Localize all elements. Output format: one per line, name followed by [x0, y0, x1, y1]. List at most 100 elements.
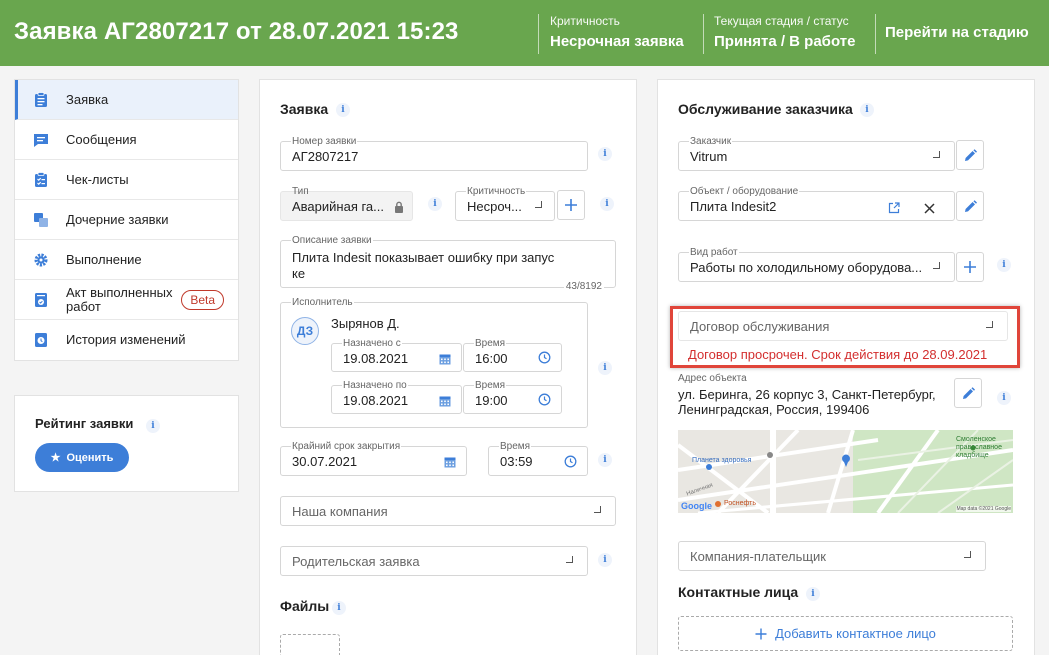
assigned-to-date-field[interactable]: Назначено по 19.08.2021: [331, 380, 462, 414]
edit-customer-button[interactable]: [956, 140, 984, 170]
dropdown-caret-icon: [964, 551, 971, 558]
field-value: Vitrum: [690, 149, 728, 164]
google-logo: Google: [681, 501, 712, 511]
info-icon[interactable]: i: [997, 391, 1011, 405]
work-type-select[interactable]: Вид работ Работы по холодильному оборудо…: [678, 247, 955, 282]
file-upload-area[interactable]: [280, 634, 340, 655]
sidebar-item-label: Акт выполненных работ: [66, 284, 173, 314]
sidebar-item-act[interactable]: Акт выполненных работ Beta: [15, 280, 238, 320]
sidebar-item-messages[interactable]: Сообщения: [15, 120, 238, 160]
star-icon: ★: [50, 452, 61, 464]
deadline-date-field[interactable]: Крайний срок закрытия 30.07.2021: [280, 441, 467, 476]
sidebar-item-label: Чек-листы: [66, 171, 129, 187]
contract-error-highlight: Договор обслуживания Договор просрочен. …: [670, 306, 1020, 368]
info-icon[interactable]: i: [598, 361, 612, 375]
header-divider: [703, 14, 704, 54]
field-value: 19.08.2021: [343, 393, 409, 408]
description-field[interactable]: Описание заявки Плита Indesit показывает…: [280, 235, 616, 292]
sidebar-item-label: Заявка: [66, 91, 109, 107]
assigned-from-time-field[interactable]: Время 16:00: [463, 338, 562, 372]
customer-select[interactable]: Заказчик Vitrum: [678, 136, 955, 171]
sidebar-item-execution[interactable]: Выполнение: [15, 240, 238, 280]
field-value: Несроч...: [467, 199, 522, 214]
map-preview[interactable]: Планета здоровья Смоленское православное…: [678, 430, 1013, 513]
contacts-title: Контактные лица: [678, 584, 799, 600]
info-icon[interactable]: i: [598, 147, 612, 161]
calendar-icon: [444, 455, 456, 473]
history-icon: [33, 332, 49, 348]
field-value: 16:00: [475, 351, 508, 366]
external-link-icon[interactable]: [888, 201, 900, 219]
field-label: Назначено по: [342, 380, 408, 392]
dropdown-caret-icon: [933, 262, 940, 269]
info-icon[interactable]: i: [146, 419, 160, 433]
map-attribution: Map data ©2021 Google: [956, 506, 1011, 512]
add-contact-button[interactable]: Добавить контактное лицо: [678, 616, 1013, 651]
field-label: Вид работ: [689, 247, 739, 259]
our-company-select[interactable]: Наша компания: [280, 496, 616, 526]
dropdown-caret-icon: [594, 506, 601, 513]
sidebar-item-child-requests[interactable]: Дочерние заявки: [15, 200, 238, 240]
type-field[interactable]: Тип Аварийная га...: [280, 186, 413, 221]
payer-company-select[interactable]: Компания-плательщик: [678, 541, 986, 571]
sidebar: Заявка Сообщения Чек-листы Дочерние заяв…: [14, 79, 239, 361]
rating-card: Рейтинг заявки i ★ Оценить: [14, 395, 239, 492]
pencil-icon: [962, 386, 975, 399]
field-label: Исполнитель: [291, 297, 354, 309]
object-equipment-field[interactable]: Объект / оборудование Плита Indesit2: [678, 186, 955, 221]
header-divider: [538, 14, 539, 54]
criticality-field[interactable]: Критичность Несроч...: [455, 186, 555, 221]
info-icon[interactable]: i: [997, 258, 1011, 272]
info-icon[interactable]: i: [598, 553, 612, 567]
info-icon[interactable]: i: [336, 103, 350, 117]
calendar-icon: [439, 394, 451, 412]
edit-object-button[interactable]: [956, 191, 984, 221]
map-label: Роснефть: [724, 500, 756, 507]
description-line: Плита Indesit показывает ошибку при запу…: [292, 250, 555, 265]
field-placeholder: Родительская заявка: [292, 553, 420, 569]
sidebar-item-request[interactable]: Заявка: [15, 80, 238, 120]
field-placeholder: Компания-плательщик: [690, 548, 826, 564]
goto-stage-button[interactable]: Перейти на стадию: [885, 24, 1029, 41]
description-text: Плита Indesit показывает ошибку при запу…: [292, 250, 582, 282]
page-title: Заявка АГ2807217 от 28.07.2021 15:23: [14, 18, 459, 45]
close-icon[interactable]: [924, 201, 935, 219]
criticality-value: Несрочная заявка: [550, 33, 684, 50]
add-work-type-button[interactable]: [956, 252, 984, 282]
request-number-field[interactable]: Номер заявки АГ2807217: [280, 136, 588, 171]
parent-request-select[interactable]: Родительская заявка: [280, 546, 588, 576]
sidebar-item-history[interactable]: История изменений: [15, 320, 238, 360]
deadline-time-field[interactable]: Время 03:59: [488, 441, 588, 476]
address-line: ул. Беринга, 26 корпус 3, Санкт-Петербур…: [678, 387, 936, 402]
sidebar-item-label: Дочерние заявки: [66, 211, 169, 227]
info-icon[interactable]: i: [600, 197, 614, 211]
rating-title: Рейтинг заявки: [35, 416, 134, 431]
service-contract-select[interactable]: Договор обслуживания: [678, 311, 1008, 341]
info-icon[interactable]: i: [332, 601, 346, 615]
field-label: Время: [474, 338, 507, 350]
info-icon[interactable]: i: [860, 103, 874, 117]
description-line: ке: [292, 266, 306, 281]
info-icon[interactable]: i: [428, 197, 442, 211]
service-panel-title: Обслуживание заказчика: [678, 101, 853, 117]
add-criticality-button[interactable]: [557, 190, 585, 220]
clock-icon: [564, 455, 577, 473]
sidebar-item-checklists[interactable]: Чек-листы: [15, 160, 238, 200]
calendar-icon: [439, 352, 451, 370]
dropdown-caret-icon: [933, 151, 940, 158]
sidebar-item-label: История изменений: [66, 332, 186, 347]
info-icon[interactable]: i: [598, 453, 612, 467]
info-icon[interactable]: i: [806, 587, 820, 601]
field-value: АГ2807217: [292, 149, 359, 164]
header-criticality: Критичность Несрочная заявка: [550, 14, 684, 50]
map-label-line: кладбище: [956, 452, 989, 459]
edit-address-button[interactable]: [954, 378, 982, 408]
assigned-to-time-field[interactable]: Время 19:00: [463, 380, 562, 414]
plus-icon: [964, 261, 976, 273]
stage-label: Текущая стадия / статус: [714, 14, 849, 28]
pencil-icon: [964, 199, 977, 212]
rate-button[interactable]: ★ Оценить: [35, 443, 129, 472]
stage-value: Принята / В работе: [714, 33, 856, 50]
assigned-from-date-field[interactable]: Назначено с 19.08.2021: [331, 338, 462, 372]
field-label: Крайний срок закрытия: [291, 441, 402, 453]
